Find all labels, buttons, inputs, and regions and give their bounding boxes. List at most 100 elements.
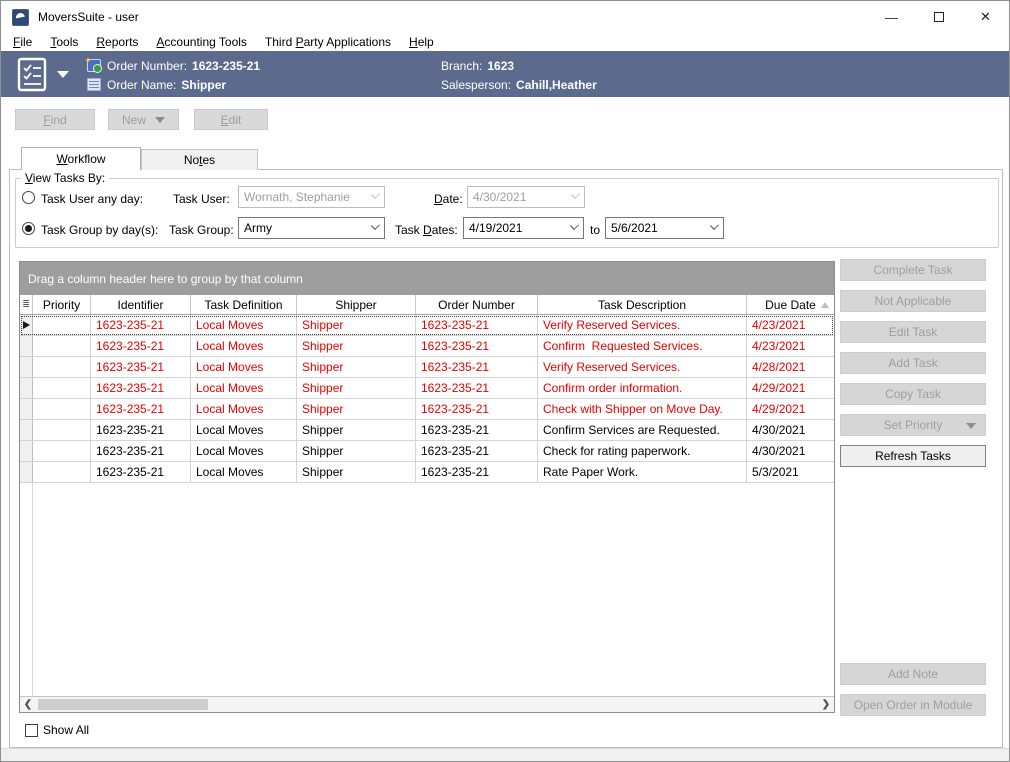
- complete-task-button[interactable]: Complete Task: [840, 259, 986, 281]
- column-header-label: Order Number: [438, 298, 515, 312]
- cell-shipper: Shipper: [297, 336, 416, 356]
- table-row[interactable]: 1623-235-21Local MovesShipper1623-235-21…: [20, 441, 834, 462]
- cell-priority: [33, 378, 91, 398]
- table-row[interactable]: 1623-235-21Local MovesShipper1623-235-21…: [20, 378, 834, 399]
- add-note-button[interactable]: Add Note: [840, 663, 986, 685]
- open-order-in-module-button[interactable]: Open Order in Module: [840, 694, 986, 716]
- table-row[interactable]: 1623-235-21Local MovesShipper1623-235-21…: [20, 357, 834, 378]
- date-select[interactable]: 4/30/2021: [467, 186, 585, 208]
- module-dropdown-icon[interactable]: [57, 71, 69, 78]
- task-group-radio[interactable]: [22, 222, 35, 235]
- cell-task-definition: Local Moves: [191, 399, 297, 419]
- cell-identifier: 1623-235-21: [91, 441, 191, 461]
- refresh-tasks-button[interactable]: Refresh Tasks: [840, 445, 986, 467]
- table-row[interactable]: 1623-235-21Local MovesShipper1623-235-21…: [20, 399, 834, 420]
- row-indicator-cell: [20, 420, 33, 440]
- close-button[interactable]: ✕: [962, 1, 1009, 33]
- minimize-button[interactable]: —: [868, 1, 915, 33]
- menu-reports[interactable]: Reports: [87, 33, 147, 51]
- column-header-identifier[interactable]: Identifier: [91, 295, 191, 314]
- task-dates-to-value: 5/6/2021: [611, 221, 658, 235]
- scrollbar-thumb[interactable]: [38, 699, 208, 710]
- table-row[interactable]: 1623-235-21Local MovesShipper1623-235-21…: [20, 336, 834, 357]
- cell-due-date: 4/28/2021: [747, 357, 834, 377]
- task-dates-label: Task Dates:: [395, 223, 458, 237]
- tab-notes[interactable]: Notes: [141, 149, 258, 170]
- grid-corner-icon: ≣: [22, 300, 30, 309]
- cell-task-description: Rate Paper Work.: [538, 462, 747, 482]
- menu-file[interactable]: File: [4, 33, 41, 51]
- column-header-label: Task Definition: [204, 298, 282, 312]
- button-label: Complete Task: [873, 263, 952, 277]
- task-user-radio[interactable]: [22, 191, 35, 204]
- scroll-right-icon[interactable]: ❯: [818, 697, 834, 712]
- scroll-left-icon[interactable]: ❮: [20, 697, 36, 712]
- cell-identifier: 1623-235-21: [91, 462, 191, 482]
- row-selector-header[interactable]: ≣: [20, 295, 33, 314]
- menu-bar: File Tools Reports Accounting Tools Thir…: [1, 33, 1009, 51]
- column-header-priority[interactable]: Priority: [33, 295, 91, 314]
- column-header-due-date[interactable]: Due Date: [747, 295, 834, 314]
- task-user-select[interactable]: Wornath, Stephanie: [238, 186, 385, 208]
- chevron-down-icon: [371, 221, 380, 230]
- cell-order-number: 1623-235-21: [416, 399, 538, 419]
- workflow-module-icon[interactable]: [16, 57, 50, 93]
- chevron-down-icon: [571, 190, 580, 199]
- horizontal-scrollbar[interactable]: ❮ ❯: [20, 696, 834, 712]
- menu-tools[interactable]: Tools: [41, 33, 87, 51]
- new-button[interactable]: New: [108, 109, 179, 130]
- task-dates-to-select[interactable]: 5/6/2021: [605, 217, 724, 239]
- not-applicable-button[interactable]: Not Applicable: [840, 290, 986, 312]
- column-header-label: Priority: [43, 298, 80, 312]
- chevron-down-icon: [710, 221, 719, 230]
- column-header-label: Shipper: [335, 298, 376, 312]
- cell-identifier: 1623-235-21: [91, 420, 191, 440]
- branch-value: 1623: [487, 59, 514, 73]
- show-all-toggle[interactable]: Show All: [25, 723, 89, 737]
- show-all-label: Show All: [43, 723, 89, 737]
- add-task-button[interactable]: Add Task: [840, 352, 986, 374]
- cell-due-date: 4/23/2021: [747, 336, 834, 356]
- window-title: MoversSuite - user: [38, 10, 139, 24]
- task-dates-from-select[interactable]: 4/19/2021: [463, 217, 584, 239]
- menu-third-party-applications[interactable]: Third Party Applications: [256, 33, 400, 51]
- find-button[interactable]: Find: [15, 109, 95, 130]
- column-header-task-description[interactable]: Task Description: [538, 295, 747, 314]
- table-row[interactable]: 1623-235-21Local MovesShipper1623-235-21…: [20, 420, 834, 441]
- cell-task-definition: Local Moves: [191, 441, 297, 461]
- set-priority-button[interactable]: Set Priority: [840, 414, 986, 436]
- cell-shipper: Shipper: [297, 399, 416, 419]
- row-indicator-cell: [20, 378, 33, 398]
- order-name-label: Order Name:: [107, 78, 176, 92]
- date-value: 4/30/2021: [473, 190, 526, 204]
- edit-button[interactable]: Edit: [194, 109, 268, 130]
- task-group-select[interactable]: Army: [238, 217, 385, 239]
- menu-accounting-tools[interactable]: Accounting Tools: [147, 33, 256, 51]
- maximize-button[interactable]: [915, 1, 962, 33]
- column-header-shipper[interactable]: Shipper: [297, 295, 416, 314]
- tab-workflow[interactable]: Workflow: [21, 147, 141, 170]
- task-group-label: Task Group:: [169, 223, 234, 237]
- copy-task-button[interactable]: Copy Task: [840, 383, 986, 405]
- group-by-bar[interactable]: Drag a column header here to group by th…: [20, 262, 834, 295]
- cell-task-description: Confirm order information.: [538, 378, 747, 398]
- tab-notes-label: Notes: [184, 153, 215, 167]
- order-name-value: Shipper: [181, 78, 226, 92]
- cell-priority: [33, 462, 91, 482]
- row-indicator-cell: [20, 357, 33, 377]
- button-label: Add Note: [888, 667, 938, 681]
- show-all-checkbox[interactable]: [25, 724, 38, 737]
- table-row[interactable]: 1623-235-21Local MovesShipper1623-235-21…: [20, 315, 834, 336]
- edit-task-button[interactable]: Edit Task: [840, 321, 986, 343]
- table-row[interactable]: 1623-235-21Local MovesShipper1623-235-21…: [20, 462, 834, 483]
- menu-help[interactable]: Help: [400, 33, 443, 51]
- app-window: MoversSuite - user — ✕ File Tools Report…: [0, 0, 1010, 762]
- cell-shipper: Shipper: [297, 462, 416, 482]
- column-header-task-definition[interactable]: Task Definition: [191, 295, 297, 314]
- column-header-order-number[interactable]: Order Number: [416, 295, 538, 314]
- cell-priority: [33, 420, 91, 440]
- view-tasks-by-label: View Tasks By:: [21, 171, 109, 185]
- row-indicator-cell: [20, 315, 33, 335]
- chevron-down-icon: [371, 190, 380, 199]
- cell-priority: [33, 357, 91, 377]
